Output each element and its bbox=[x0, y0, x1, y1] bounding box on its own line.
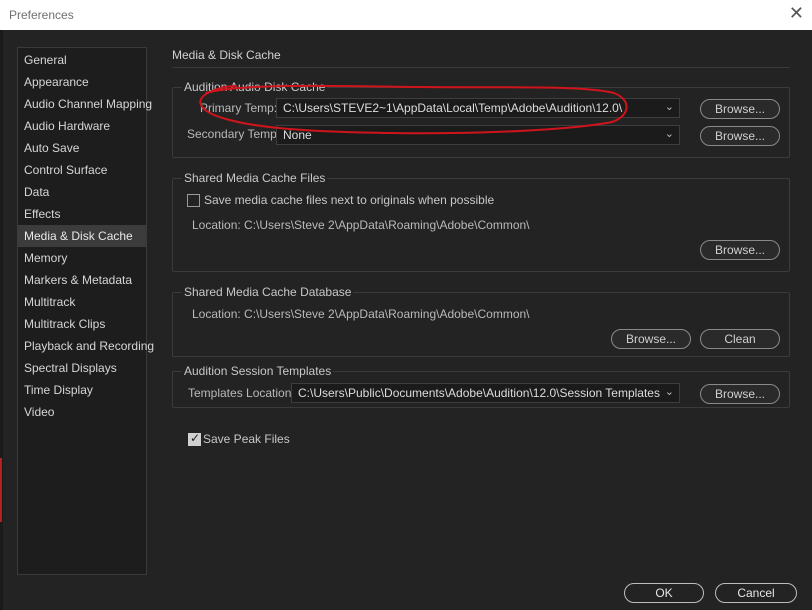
templates-location-label: Templates Location: bbox=[188, 386, 295, 400]
session-templates-group-label: Audition Session Templates bbox=[182, 364, 334, 378]
sidebar-item-audio-channel-mapping[interactable]: Audio Channel Mapping bbox=[18, 93, 152, 115]
save-peak-files-label: Save Peak Files bbox=[203, 432, 290, 446]
chevron-down-icon: ⌄ bbox=[664, 386, 674, 398]
sidebar-item-playback-recording[interactable]: Playback and Recording bbox=[18, 335, 154, 357]
media-cache-db-location: Location: C:\Users\Steve 2\AppData\Roami… bbox=[192, 307, 530, 321]
chevron-down-icon: ⌄ bbox=[664, 128, 674, 140]
templates-location-value: C:\Users\Public\Documents\Adobe\Audition… bbox=[298, 386, 660, 400]
sidebar-item-auto-save[interactable]: Auto Save bbox=[18, 137, 146, 159]
window-title: Preferences bbox=[9, 8, 74, 22]
save-cache-next-to-originals-checkbox[interactable] bbox=[187, 194, 200, 207]
chevron-down-icon: ⌄ bbox=[664, 101, 674, 113]
sidebar-item-appearance[interactable]: Appearance bbox=[18, 71, 146, 93]
media-cache-db-group bbox=[172, 292, 790, 357]
media-cache-db-group-label: Shared Media Cache Database bbox=[182, 285, 354, 299]
media-cache-db-clean-button[interactable]: Clean bbox=[700, 329, 780, 349]
ok-button[interactable]: OK bbox=[624, 583, 704, 603]
media-cache-files-location: Location: C:\Users\Steve 2\AppData\Roami… bbox=[192, 218, 530, 232]
sidebar-item-memory[interactable]: Memory bbox=[18, 247, 146, 269]
primary-temp-value: C:\Users\STEVE2~1\AppData\Local\Temp\Ado… bbox=[283, 101, 623, 115]
sidebar-item-multitrack-clips[interactable]: Multitrack Clips bbox=[18, 313, 146, 335]
close-icon[interactable]: ✕ bbox=[789, 3, 804, 23]
media-cache-files-browse-button[interactable]: Browse... bbox=[700, 240, 780, 260]
sidebar-item-markers-metadata[interactable]: Markers & Metadata bbox=[18, 269, 146, 291]
templates-browse-button[interactable]: Browse... bbox=[700, 384, 780, 404]
sidebar-item-general[interactable]: General bbox=[18, 49, 146, 71]
sidebar-item-video[interactable]: Video bbox=[18, 401, 146, 423]
title-bar: Preferences ✕ bbox=[0, 0, 812, 30]
window-edge bbox=[0, 30, 3, 610]
preferences-sidebar: General Appearance Audio Channel Mapping… bbox=[17, 47, 154, 575]
disk-cache-group-label: Audition Audio Disk Cache bbox=[182, 80, 328, 94]
panel-divider bbox=[172, 67, 790, 68]
sidebar-item-time-display[interactable]: Time Display bbox=[18, 379, 146, 401]
cancel-button[interactable]: Cancel bbox=[715, 583, 797, 603]
sidebar-item-spectral-displays[interactable]: Spectral Displays bbox=[18, 357, 146, 379]
save-cache-next-to-originals-label: Save media cache files next to originals… bbox=[204, 193, 495, 207]
primary-temp-dropdown[interactable]: C:\Users\STEVE2~1\AppData\Local\Temp\Ado… bbox=[276, 98, 680, 118]
background-red-mark bbox=[0, 458, 2, 522]
primary-temp-label: Primary Temp: bbox=[200, 101, 278, 115]
sidebar-item-control-surface[interactable]: Control Surface bbox=[18, 159, 146, 181]
media-cache-db-browse-button[interactable]: Browse... bbox=[611, 329, 691, 349]
sidebar-item-data[interactable]: Data bbox=[18, 181, 146, 203]
sidebar-item-media-disk-cache[interactable]: Media & Disk Cache bbox=[18, 225, 146, 247]
secondary-temp-browse-button[interactable]: Browse... bbox=[700, 126, 780, 146]
sidebar-item-multitrack[interactable]: Multitrack bbox=[18, 291, 146, 313]
panel-title: Media & Disk Cache bbox=[172, 48, 281, 62]
primary-temp-browse-button[interactable]: Browse... bbox=[700, 99, 780, 119]
media-cache-files-group-label: Shared Media Cache Files bbox=[182, 171, 328, 185]
secondary-temp-value: None bbox=[283, 128, 312, 142]
sidebar-item-effects[interactable]: Effects bbox=[18, 203, 146, 225]
save-peak-files-checkbox[interactable] bbox=[188, 431, 201, 446]
templates-location-dropdown[interactable]: C:\Users\Public\Documents\Adobe\Audition… bbox=[291, 383, 680, 403]
secondary-temp-dropdown[interactable]: None ⌄ bbox=[276, 125, 680, 145]
sidebar-item-audio-hardware[interactable]: Audio Hardware bbox=[18, 115, 146, 137]
secondary-temp-label: Secondary Temp: bbox=[187, 127, 281, 141]
